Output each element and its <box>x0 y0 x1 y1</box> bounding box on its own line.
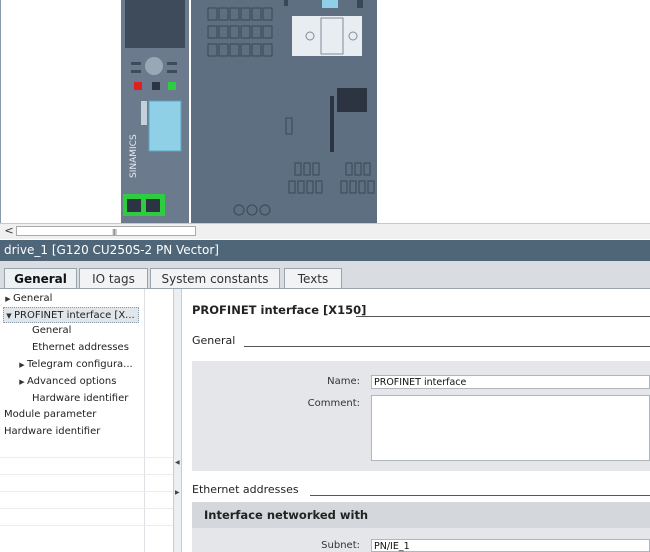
inspector-tabbar: General IO tags System constants Texts <box>0 261 650 290</box>
heatsink-dark <box>337 88 367 112</box>
nav-row-divider <box>0 525 173 526</box>
operator-panel-knob <box>145 57 163 75</box>
tab-texts[interactable]: Texts <box>284 268 342 289</box>
nav-row-divider <box>0 508 173 509</box>
terminal-strip <box>148 100 182 152</box>
subnet-field[interactable]: PN/IE_1 <box>371 539 650 552</box>
ethernet-port-2 <box>146 199 160 212</box>
horizontal-scrollbar[interactable]: < III <box>0 223 650 239</box>
nav-item-ethernet-addresses[interactable]: Ethernet addresses <box>32 340 129 356</box>
splitter-expand-icon[interactable]: ▶ <box>175 489 180 496</box>
nav-item-label: PROFINET interface [X... <box>14 310 135 321</box>
scroll-left-icon[interactable]: < <box>2 224 16 238</box>
section-rule <box>356 316 650 317</box>
nav-item-label: Advanced options <box>27 376 117 387</box>
device-view[interactable]: SINAMICS <box>0 0 650 223</box>
pm-slot <box>357 0 363 8</box>
section-title: PROFINET interface [X150] <box>192 303 367 317</box>
interface-networked-title: Interface networked with <box>204 508 369 522</box>
nav-item-interface-general[interactable]: General <box>32 323 71 339</box>
led-red <box>134 82 142 90</box>
nav-item-label: General <box>13 293 53 304</box>
general-rule <box>244 346 650 347</box>
nav-item-label: Hardware identifier <box>32 393 129 404</box>
connector-panel <box>292 16 362 56</box>
comment-field[interactable] <box>371 395 650 461</box>
pm-light-block <box>322 0 338 8</box>
nav-row-divider <box>0 474 173 475</box>
nav-item-advanced-options[interactable]: ▶ Advanced options <box>17 374 116 390</box>
panel-splitter[interactable]: ◀ ▶ <box>174 289 182 552</box>
tab-general[interactable]: General <box>4 268 77 290</box>
nav-item-interface-hardware-identifier[interactable]: Hardware identifier <box>32 391 128 407</box>
cu-detail <box>131 62 141 65</box>
general-panel: Name: PROFINET interface Comment: <box>192 361 650 471</box>
cu-detail <box>167 70 177 73</box>
nav-guide-line <box>144 289 145 552</box>
properties-nav-tree[interactable]: ▶ General ▼ PROFINET interface [X... Gener… <box>0 289 174 552</box>
nav-item-label: Module parameter <box>4 409 97 420</box>
nav-item-label: Telegram configura... <box>27 359 133 370</box>
nav-item-general[interactable]: ▶ General <box>3 291 52 307</box>
ethernet-port-1 <box>127 199 141 212</box>
nav-row-divider <box>0 491 173 492</box>
nav-item-label: Ethernet addresses <box>32 342 129 353</box>
collapsed-triangle-icon[interactable]: ▶ <box>17 357 27 373</box>
tab-system-constants[interactable]: System constants <box>150 268 280 289</box>
drive-device-graphic[interactable]: SINAMICS <box>1 0 650 223</box>
name-label: Name: <box>327 376 360 387</box>
led-dark <box>152 82 160 90</box>
sinamics-brand-label: SINAMICS <box>129 134 139 178</box>
ethernet-rule <box>310 495 650 496</box>
name-field[interactable]: PROFINET interface <box>371 375 650 389</box>
nav-row-divider <box>0 457 173 458</box>
cu-detail <box>167 62 177 65</box>
heatsink-bar <box>330 96 334 152</box>
properties-content[interactable]: PROFINET interface [X150] General Name: … <box>182 289 650 552</box>
scrollbar-thumb[interactable]: III <box>16 226 196 237</box>
comment-label: Comment: <box>307 398 360 409</box>
nav-item-label: Hardware identifier <box>4 426 101 437</box>
nav-item-module-parameter[interactable]: Module parameter <box>4 407 96 423</box>
collapsed-triangle-icon[interactable]: ▶ <box>3 291 13 307</box>
inspector-title: drive_1 [G120 CU250S-2 PN Vector] <box>0 240 650 261</box>
nav-item-hardware-identifier[interactable]: Hardware identifier <box>4 424 100 440</box>
subnet-label: Subnet: <box>321 540 360 551</box>
general-heading: General <box>192 334 236 347</box>
pm-slot <box>284 0 288 6</box>
control-unit-top-panel <box>125 0 185 48</box>
ethernet-addresses-heading: Ethernet addresses <box>192 483 299 496</box>
nav-item-profinet-interface[interactable]: ▼ PROFINET interface [X... <box>3 307 139 323</box>
scroll-grip-icon: III <box>112 228 117 237</box>
nav-item-telegram-configuration[interactable]: ▶ Telegram configura... <box>17 357 133 373</box>
networked-panel: Subnet: PN/IE_1 <box>192 528 650 552</box>
terminal-pins <box>141 101 147 125</box>
splitter-collapse-icon[interactable]: ◀ <box>175 459 180 466</box>
collapsed-triangle-icon[interactable]: ▶ <box>17 374 27 390</box>
expanded-triangle-icon[interactable]: ▼ <box>4 308 14 324</box>
led-green <box>168 82 176 90</box>
nav-item-label: General <box>32 325 72 336</box>
cu-detail <box>131 70 141 73</box>
tab-io-tags[interactable]: IO tags <box>79 268 148 289</box>
